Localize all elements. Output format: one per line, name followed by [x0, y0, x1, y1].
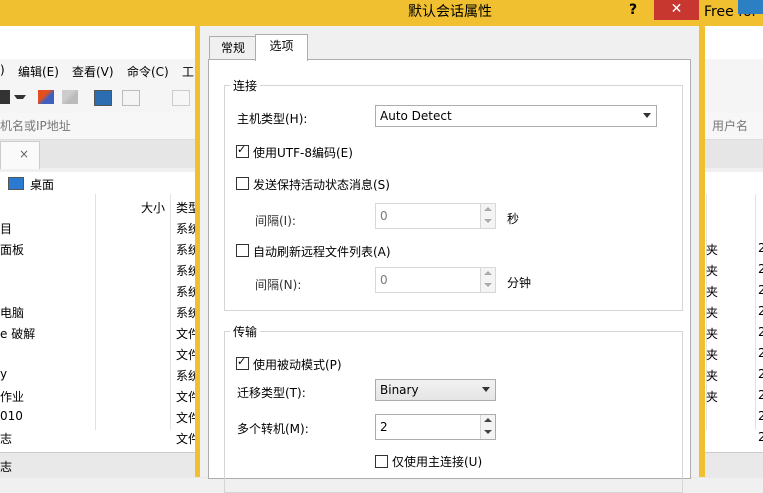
interval-unit: 秒 — [507, 212, 520, 226]
remote-row-date: 2 — [758, 241, 763, 255]
check-icon: ✓ — [237, 355, 247, 368]
multi-transfer-label: 多个转机(M): — [237, 422, 309, 436]
file-row-name[interactable]: 目 — [0, 220, 12, 237]
bg-menu-edit[interactable]: 编辑(E) — [18, 63, 59, 80]
path-text[interactable]: 桌面 — [30, 176, 54, 193]
tab-general[interactable]: 常规 — [209, 36, 257, 61]
keepalive-checkbox[interactable] — [236, 177, 249, 190]
desktop-icon — [8, 177, 24, 190]
file-row-name[interactable]: e 破解 — [0, 325, 35, 342]
disabled-tool-icon — [62, 90, 78, 104]
host-type-label: 主机类型(H): — [237, 112, 308, 126]
help-button[interactable]: ? — [629, 2, 637, 18]
remote-row-type: 夹 — [706, 369, 719, 383]
interval-label: 间隔(I): — [255, 214, 296, 228]
play-icon — [122, 90, 140, 106]
chevron-down-icon — [482, 387, 490, 392]
settings-icon[interactable] — [94, 90, 112, 106]
document-icon — [172, 90, 190, 106]
arrow-up-icon — [484, 271, 492, 275]
transfer-type-select[interactable]: Binary — [375, 379, 496, 401]
remote-row-date: 2 — [758, 325, 763, 339]
primary-only-label[interactable]: 仅使用主连接(U) — [392, 453, 482, 470]
utf8-checkbox[interactable]: ✓ — [236, 143, 249, 158]
multi-down-button[interactable] — [480, 427, 495, 439]
arrow-down-icon — [484, 219, 492, 223]
bg-menu-tools[interactable]: 工 — [182, 63, 194, 80]
transfer-group-label: 传输 — [230, 323, 261, 340]
status-text: 志 — [0, 460, 13, 474]
bg-menu-fragment: ) — [0, 63, 5, 77]
keepalive-label[interactable]: 发送保持活动状态消息(S) — [253, 176, 390, 193]
passive-mode-checkbox[interactable]: ✓ — [236, 355, 249, 370]
remote-row-date: 2 — [758, 262, 763, 276]
remote-row-type: 夹 — [706, 306, 719, 320]
transfer-type-label: 迁移类型(T): — [237, 386, 306, 400]
bg-session-tab[interactable]: × — [0, 141, 40, 169]
host-input-placeholder[interactable]: 机名或IP地址 — [0, 117, 71, 134]
arrow-up-icon — [484, 418, 492, 422]
connection-group-label: 连接 — [230, 77, 261, 94]
username-label: 用户名 — [712, 119, 749, 133]
file-row-name[interactable]: 作业 — [0, 388, 24, 405]
refresh-interval-stepper[interactable]: 0 — [375, 267, 496, 293]
autorefresh-label[interactable]: 自动刷新远程文件列表(A) — [253, 243, 391, 260]
interval-stepper[interactable]: 0 — [375, 203, 496, 229]
refresh-interval-value: 0 — [380, 273, 388, 287]
column-divider — [755, 194, 756, 430]
remote-row-date: 2 — [758, 430, 763, 444]
file-row-name[interactable]: 面板 — [0, 241, 24, 258]
remote-row-date: 2 — [758, 388, 763, 402]
interval-down-button[interactable] — [480, 216, 495, 228]
remote-row-date: 2 — [758, 409, 763, 423]
tab-options[interactable]: 选项 — [255, 34, 308, 61]
options-panel: 连接 主机类型(H): Auto Detect ✓ 使用UTF-8编码(E) 发… — [208, 59, 691, 493]
interval-value: 0 — [380, 209, 388, 223]
multi-transfer-stepper[interactable]: 2 — [375, 414, 496, 440]
remote-row-type: 夹 — [706, 285, 719, 299]
autorefresh-checkbox[interactable] — [236, 244, 249, 257]
remote-row-date: 2 — [758, 304, 763, 318]
bg-menu-view[interactable]: 查看(V) — [72, 63, 114, 80]
remote-row-type: 夹 — [706, 348, 719, 362]
chevron-down-icon — [643, 113, 651, 118]
transfer-type-value: Binary — [380, 383, 419, 397]
dropdown-arrow-icon[interactable] — [14, 95, 26, 103]
folder-icon[interactable] — [0, 90, 10, 104]
file-row-name[interactable]: 010 — [0, 409, 23, 423]
passive-mode-label[interactable]: 使用被动模式(P) — [253, 356, 342, 373]
file-row-name[interactable]: 电脑 — [0, 304, 24, 321]
close-button[interactable]: ✕ — [654, 0, 699, 20]
close-icon[interactable]: × — [19, 147, 29, 161]
bg-window-button[interactable] — [738, 0, 763, 14]
bg-menu-command[interactable]: 命令(C) — [127, 63, 169, 80]
remote-row-date: 2 — [758, 367, 763, 381]
host-type-select[interactable]: Auto Detect — [375, 105, 657, 127]
pencil-icon[interactable] — [38, 90, 54, 104]
remote-row-date: 2 — [758, 346, 763, 360]
refresh-interval-label: 间隔(N): — [255, 278, 302, 292]
column-divider — [170, 194, 171, 430]
arrow-up-icon — [484, 207, 492, 211]
remote-row-type: 夹 — [706, 327, 719, 341]
column-divider — [95, 194, 96, 430]
remote-row-type: 夹 — [706, 264, 719, 278]
host-type-value: Auto Detect — [380, 109, 452, 123]
primary-only-checkbox[interactable] — [375, 455, 388, 468]
multi-transfer-value: 2 — [380, 420, 388, 434]
file-row-name[interactable]: 志 — [0, 430, 12, 447]
check-icon: ✓ — [237, 143, 247, 156]
arrow-down-icon — [484, 430, 492, 434]
utf8-label[interactable]: 使用UTF-8编码(E) — [253, 144, 353, 161]
refresh-down-button[interactable] — [480, 280, 495, 292]
arrow-down-icon — [484, 283, 492, 287]
column-size[interactable]: 大小 — [141, 199, 165, 216]
remote-row-type: 夹 — [706, 243, 719, 257]
remote-row-date: 2 — [758, 283, 763, 297]
remote-row-type: 夹 — [706, 390, 719, 404]
refresh-interval-unit: 分钟 — [507, 276, 532, 290]
file-row-name[interactable]: y — [0, 367, 7, 381]
